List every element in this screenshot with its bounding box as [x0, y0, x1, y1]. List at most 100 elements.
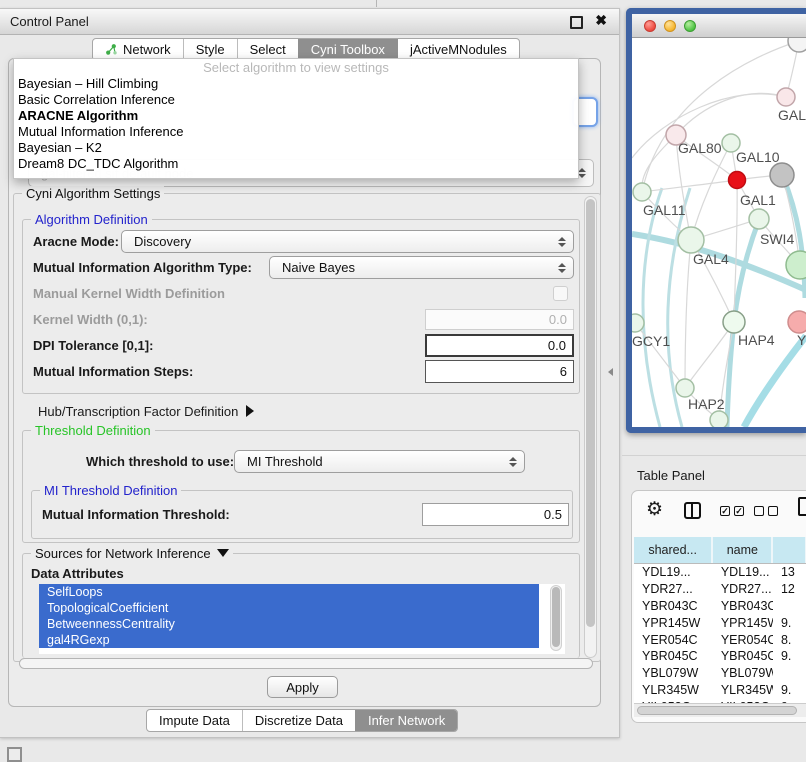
- hub-definition-toggle[interactable]: Hub/Transcription Factor Definition: [38, 404, 254, 419]
- gear-icon[interactable]: ⚙: [646, 498, 663, 521]
- collapse-arrow-icon: [217, 549, 229, 557]
- tab-discretize-data[interactable]: Discretize Data: [242, 710, 355, 731]
- network-node-gal4[interactable]: [678, 227, 704, 253]
- mi-algorithm-type-combo[interactable]: Naive Bayes: [269, 256, 574, 279]
- aracne-mode-value: Discovery: [134, 234, 191, 249]
- threshold-definition-title: Threshold Definition: [31, 423, 155, 438]
- table-horizontal-scrollbar[interactable]: [634, 703, 806, 717]
- tab-label: Infer Network: [368, 713, 445, 728]
- network-canvas[interactable]: GALGAL80GAL10GAL1GAL11SWI4GAL4GCY1HAP4YH…: [632, 38, 806, 427]
- tab-network[interactable]: Network: [93, 39, 183, 60]
- node-label: GCY1: [632, 333, 670, 349]
- which-threshold-value: MI Threshold: [247, 454, 323, 469]
- mi-threshold-definition-group: MI Threshold Definition Mutual Informati…: [31, 490, 573, 539]
- mac-zoom-icon[interactable]: [684, 20, 696, 32]
- sources-group-title[interactable]: Sources for Network Inference: [31, 546, 233, 561]
- network-node[interactable]: [710, 411, 728, 427]
- tab-style[interactable]: Style: [183, 39, 237, 60]
- algorithm-option[interactable]: Dream8 DC_TDC Algorithm: [14, 156, 578, 172]
- table-row[interactable]: YDL19...YDL19...13: [634, 564, 806, 581]
- aracne-mode-combo[interactable]: Discovery: [121, 230, 574, 253]
- new-document-icon[interactable]: [798, 497, 806, 516]
- manual-kernel-width-checkbox[interactable]: [553, 286, 568, 301]
- algorithm-option[interactable]: Bayesian – K2: [14, 140, 578, 156]
- scrollbar-thumb[interactable]: [637, 706, 797, 715]
- mi-threshold-field[interactable]: 0.5: [422, 503, 569, 526]
- network-node-swi4[interactable]: [786, 251, 806, 279]
- data-attribute-item[interactable]: TopologicalCoefficient: [39, 600, 539, 616]
- scrollbar-thumb[interactable]: [552, 587, 560, 647]
- data-attribute-item[interactable]: SelfLoops: [39, 584, 539, 600]
- node-label: HAP4: [738, 332, 775, 348]
- network-node-gal[interactable]: [777, 88, 795, 106]
- table-row[interactable]: YBR045CYBR045C9.: [634, 648, 806, 665]
- table-row[interactable]: YBL079WYBL079W: [634, 665, 806, 682]
- mac-close-icon[interactable]: [644, 20, 656, 32]
- tab-select[interactable]: Select: [237, 39, 298, 60]
- table-row[interactable]: YDR27...YDR27...12: [634, 581, 806, 598]
- data-attribute-item[interactable]: gal4RGexp: [39, 632, 539, 648]
- network-node-y[interactable]: [788, 311, 806, 333]
- settings-vertical-scrollbar[interactable]: [584, 196, 597, 658]
- network-node[interactable]: [729, 172, 746, 189]
- table-panel-title: Table Panel: [637, 468, 705, 483]
- kernel-width-field[interactable]: 0.0: [425, 309, 574, 330]
- network-node-hap2[interactable]: [676, 379, 694, 397]
- unchecked-box-icon: [754, 506, 764, 516]
- table-cell: 12: [773, 581, 806, 598]
- table-panel-divider: [622, 455, 806, 456]
- tab-cyni-toolbox[interactable]: Cyni Toolbox: [298, 39, 397, 60]
- float-window-icon[interactable]: [570, 16, 583, 29]
- node-label: SWI4: [760, 231, 794, 247]
- threshold-definition-group: Threshold Definition Which threshold to …: [22, 430, 580, 543]
- tab-jactivemnodules[interactable]: jActiveMNodules: [397, 39, 519, 60]
- mi-threshold-value: 0.5: [544, 507, 562, 522]
- mi-steps-field[interactable]: 6: [425, 360, 574, 383]
- network-node[interactable]: [788, 38, 806, 52]
- table-cell: 9.: [773, 614, 806, 631]
- network-node[interactable]: [770, 163, 794, 187]
- tab-label: Cyni Toolbox: [311, 42, 385, 57]
- scrollbar-thumb[interactable]: [586, 199, 595, 627]
- mac-minimize-icon[interactable]: [664, 20, 676, 32]
- table-row[interactable]: YBR043CYBR043C: [634, 598, 806, 615]
- tab-label: Impute Data: [159, 713, 230, 728]
- hub-definition-label: Hub/Transcription Factor Definition: [38, 404, 238, 419]
- close-icon[interactable]: ✖: [595, 12, 607, 29]
- which-threshold-combo[interactable]: MI Threshold: [234, 450, 525, 473]
- column-header[interactable]: name: [713, 537, 773, 563]
- table-cell: YLR345W: [634, 682, 713, 699]
- manual-kernel-width-label: Manual Kernel Width Definition: [33, 286, 225, 301]
- dpi-tolerance-field[interactable]: 0.0: [425, 334, 574, 357]
- settings-horizontal-scrollbar[interactable]: [19, 658, 593, 669]
- split-pane-handle-icon[interactable]: [608, 368, 613, 376]
- algorithm-dropdown-list: Bayesian – Hill ClimbingBasic Correlatio…: [14, 76, 578, 172]
- algorithm-option[interactable]: Bayesian – Hill Climbing: [14, 76, 578, 92]
- network-node-gal11[interactable]: [633, 183, 651, 201]
- table-row[interactable]: YLR345WYLR345W9.: [634, 682, 806, 699]
- tab-infer-network[interactable]: Infer Network: [355, 710, 457, 731]
- tab-impute-data[interactable]: Impute Data: [147, 710, 242, 731]
- table-cell: YPR145W: [634, 614, 713, 631]
- table-row[interactable]: YPR145WYPR145W9.: [634, 614, 806, 631]
- network-node-gcy1[interactable]: [632, 314, 644, 332]
- network-node-hap4[interactable]: [723, 311, 745, 333]
- table-cell: YBR043C: [713, 598, 773, 615]
- apply-button[interactable]: Apply: [267, 676, 338, 698]
- combo-spinner-icon: [558, 237, 566, 247]
- table-cell: 9.: [773, 648, 806, 665]
- column-header[interactable]: shared...: [634, 537, 713, 563]
- clear-checkboxes-icon[interactable]: [754, 506, 778, 516]
- network-node-gal1[interactable]: [749, 209, 769, 229]
- data-attribute-item[interactable]: BetweennessCentrality: [39, 616, 539, 632]
- algorithm-option[interactable]: Basic Correlation Inference: [14, 92, 578, 108]
- select-all-checkboxes-icon[interactable]: ✓ ✓: [720, 506, 744, 516]
- expand-arrow-icon: [246, 405, 254, 417]
- algorithm-option[interactable]: ARACNE Algorithm: [14, 108, 578, 124]
- table-row[interactable]: YER054CYER054C8.: [634, 631, 806, 648]
- panel-dock-icon[interactable]: [7, 747, 22, 762]
- split-columns-icon[interactable]: [684, 502, 701, 519]
- algorithm-option[interactable]: Mutual Information Inference: [14, 124, 578, 140]
- attributes-list-scrollbar[interactable]: [550, 585, 562, 651]
- column-header[interactable]: [773, 537, 806, 563]
